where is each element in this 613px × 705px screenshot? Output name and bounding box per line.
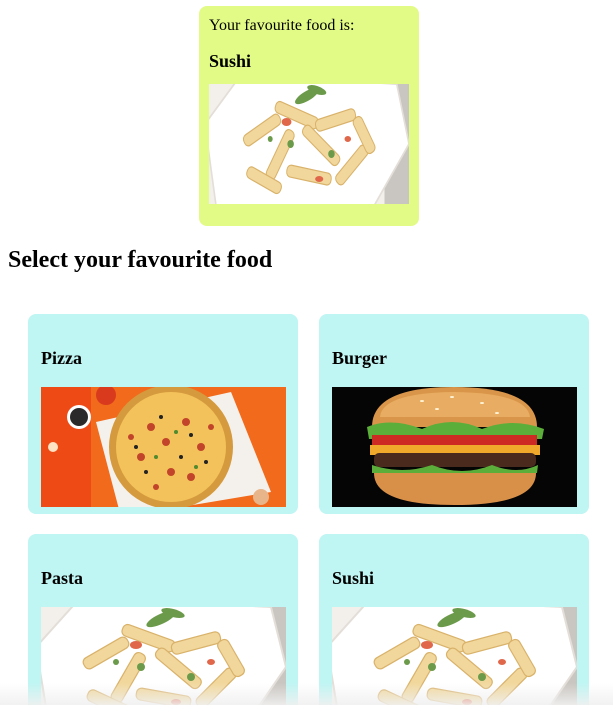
food-card-name: Pasta [41, 568, 83, 588]
favourite-food-prefix: Your favourite food is: [209, 17, 355, 34]
pizza-image [41, 387, 286, 507]
section-title: Select your favourite food [8, 247, 273, 273]
food-card-name: Sushi [332, 568, 375, 588]
food-card-burger[interactable]: Burger [319, 314, 589, 514]
food-card-name: Pizza [41, 348, 82, 368]
food-card-pizza[interactable]: Pizza [28, 314, 298, 514]
food-card-sushi[interactable]: Sushi [319, 534, 589, 705]
favourite-food-image [209, 84, 409, 204]
burger-image [332, 387, 577, 507]
favourite-food-card: Your favourite food is: Sushi [199, 6, 419, 226]
food-card-pasta[interactable]: Pasta [28, 534, 298, 705]
food-card-name: Burger [332, 348, 387, 368]
favourite-food-name: Sushi [209, 51, 252, 71]
scroll-fade [0, 683, 613, 705]
